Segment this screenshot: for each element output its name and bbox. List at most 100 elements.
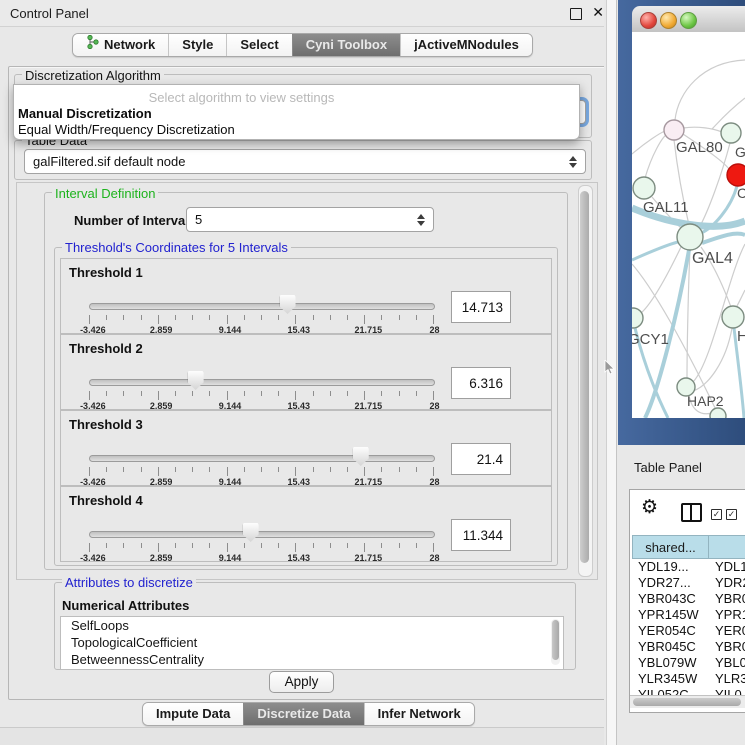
thresholds-group-title: Threshold's Coordinates for 5 Intervals bbox=[62, 240, 291, 255]
threshold-value-field[interactable]: 21.4 bbox=[451, 443, 511, 475]
attribute-item[interactable]: BetweennessCentrality bbox=[61, 651, 563, 668]
column-header-name[interactable]: na bbox=[709, 535, 745, 559]
tab-label: Style bbox=[182, 34, 213, 56]
table-row[interactable]: YPR145WYPR1 bbox=[632, 607, 745, 623]
control-panel-tabs: Network Style SelectCyni Toolbox jActiveMNo… bbox=[72, 33, 533, 57]
combo-stepper-icon[interactable] bbox=[565, 156, 581, 168]
split-columns-icon[interactable] bbox=[681, 503, 702, 522]
tick-label: 28 bbox=[429, 553, 439, 563]
tab-cyni-toolbox[interactable]: Cyni Toolbox bbox=[292, 34, 400, 56]
network-node-green[interactable] bbox=[722, 306, 744, 328]
screenshot-root: Control Panel ✕ Network Style SelectCyni T… bbox=[0, 0, 745, 745]
network-node-green[interactable] bbox=[632, 308, 643, 328]
control-panel-titlebar: Control Panel ✕ bbox=[0, 0, 618, 27]
network-canvas[interactable]: GAL80GACGAL11GAL4GCY1HHAP2 bbox=[632, 32, 745, 418]
network-node-green[interactable] bbox=[721, 123, 741, 143]
slider-track[interactable] bbox=[89, 531, 435, 538]
network-edge bbox=[683, 127, 722, 132]
threshold-card-2: Threshold 2-3.4262.8599.14415.4321.71528… bbox=[60, 334, 552, 410]
threshold-slider[interactable]: -3.4262.8599.14415.4321.71528 bbox=[87, 367, 435, 407]
threshold-slider[interactable]: -3.4262.8599.14415.4321.71528 bbox=[87, 519, 435, 559]
node-table: ⚙ ✓ ✓ shared... na YDL19...YDL1YDR27...Y… bbox=[629, 489, 745, 713]
table-row[interactable]: YDL19...YDL1 bbox=[632, 559, 745, 575]
apply-button[interactable]: Apply bbox=[269, 671, 334, 693]
tab-network[interactable]: Network bbox=[73, 34, 168, 56]
network-node-green[interactable] bbox=[677, 224, 703, 250]
tab-infer-network[interactable]: Infer Network bbox=[364, 703, 474, 725]
scrollbar-thumb[interactable] bbox=[580, 191, 589, 563]
scrollbar-thumb[interactable] bbox=[552, 620, 559, 660]
vertical-scrollbar[interactable] bbox=[578, 185, 593, 577]
close-icon[interactable]: ✕ bbox=[592, 4, 604, 21]
slider-thumb[interactable] bbox=[353, 447, 369, 466]
threshold-value-field[interactable]: 11.344 bbox=[451, 519, 511, 551]
table-row[interactable]: YBL079WYBL0 bbox=[632, 655, 745, 671]
network-edge bbox=[702, 234, 745, 243]
slider-thumb[interactable] bbox=[243, 523, 259, 542]
tab-discretize-data[interactable]: Discretize Data bbox=[243, 703, 363, 725]
scrollbar-thumb[interactable] bbox=[633, 698, 741, 706]
tab-label: jActiveMNodules bbox=[414, 34, 519, 56]
tab-jactivemnodules[interactable]: jActiveMNodules bbox=[400, 34, 532, 56]
column-header-shared-name[interactable]: shared... bbox=[632, 535, 709, 559]
cell-shared-name: YPR145W bbox=[632, 607, 709, 623]
table-row[interactable]: YER054CYER0 bbox=[632, 623, 745, 639]
table-data-combo[interactable]: galFiltered.sif default node bbox=[24, 149, 586, 174]
node-label: C bbox=[737, 185, 745, 201]
table-header-row: shared... na bbox=[632, 535, 745, 559]
gear-icon[interactable]: ⚙ bbox=[641, 498, 658, 517]
dropdown-option-manual-discretization[interactable]: Manual Discretization bbox=[18, 106, 152, 121]
table-data-combo-value: galFiltered.sif default node bbox=[25, 154, 565, 169]
node-label: GAL4 bbox=[692, 250, 733, 267]
network-edge bbox=[632, 241, 682, 260]
interval-definition-title: Interval Definition bbox=[52, 186, 158, 201]
network-node-pink[interactable] bbox=[664, 120, 684, 140]
threshold-value-field[interactable]: 14.713 bbox=[451, 291, 511, 323]
cell-shared-name: YIL052C bbox=[632, 687, 709, 695]
float-window-icon[interactable] bbox=[570, 8, 582, 20]
number-of-intervals-combo[interactable]: 5 bbox=[186, 207, 434, 232]
network-node-green[interactable] bbox=[710, 408, 726, 418]
dropdown-option-equal-width-frequency-discretization[interactable]: Equal Width/Frequency Discretization bbox=[18, 122, 235, 137]
slider-ticks bbox=[89, 391, 433, 400]
cell-shared-name: YDR27... bbox=[632, 575, 709, 591]
table-panel-title: Table Panel bbox=[634, 460, 702, 475]
slider-thumb[interactable] bbox=[188, 371, 204, 390]
zoom-traffic-light[interactable] bbox=[680, 12, 697, 29]
table-row[interactable]: YLR345WYLR3 bbox=[632, 671, 745, 687]
cell-shared-name: YBR045C bbox=[632, 639, 709, 655]
tab-label: Infer Network bbox=[378, 703, 461, 725]
tab-style[interactable]: Style bbox=[168, 34, 226, 56]
checkbox-icon[interactable]: ✓ bbox=[726, 509, 737, 520]
checkbox-icon[interactable]: ✓ bbox=[711, 509, 722, 520]
table-row[interactable]: YBR043CYBR0 bbox=[632, 591, 745, 607]
attribute-item[interactable]: SelfLoops bbox=[61, 617, 563, 634]
slider-thumb[interactable] bbox=[280, 295, 296, 314]
numerical-attributes-list[interactable]: SelfLoopsTopologicalCoefficientBetweenne… bbox=[60, 616, 564, 670]
tab-select[interactable]: Select bbox=[226, 34, 291, 56]
network-node-green[interactable] bbox=[633, 177, 655, 199]
attribute-item[interactable]: TopologicalCoefficient bbox=[61, 634, 563, 651]
threshold-slider[interactable]: -3.4262.8599.14415.4321.71528 bbox=[87, 443, 435, 483]
cell-name: YPR1 bbox=[709, 607, 745, 623]
threshold-slider[interactable]: -3.4262.8599.14415.4321.71528 bbox=[87, 291, 435, 331]
tab-impute-data[interactable]: Impute Data bbox=[143, 703, 243, 725]
node-label: HAP2 bbox=[687, 393, 724, 409]
cell-name: YER0 bbox=[709, 623, 745, 639]
slider-track[interactable] bbox=[89, 379, 435, 386]
slider-track[interactable] bbox=[89, 303, 435, 310]
minimize-traffic-light[interactable] bbox=[660, 12, 677, 29]
cell-name: YBR0 bbox=[709, 591, 745, 607]
combo-stepper-icon[interactable] bbox=[413, 214, 429, 226]
network-node-red[interactable] bbox=[727, 164, 745, 186]
close-traffic-light[interactable] bbox=[640, 12, 657, 29]
table-row[interactable]: YDR27...YDR2 bbox=[632, 575, 745, 591]
table-row[interactable]: YBR045CYBR0 bbox=[632, 639, 745, 655]
list-scrollbar[interactable] bbox=[551, 619, 560, 665]
node-label: GAL11 bbox=[643, 199, 689, 216]
slider-track[interactable] bbox=[89, 455, 435, 462]
horizontal-scrollbar[interactable] bbox=[630, 695, 745, 708]
threshold-value-field[interactable]: 6.316 bbox=[451, 367, 511, 399]
table-row[interactable]: YIL052CYIL0 bbox=[632, 687, 745, 695]
attributes-group-title: Attributes to discretize bbox=[62, 575, 196, 590]
